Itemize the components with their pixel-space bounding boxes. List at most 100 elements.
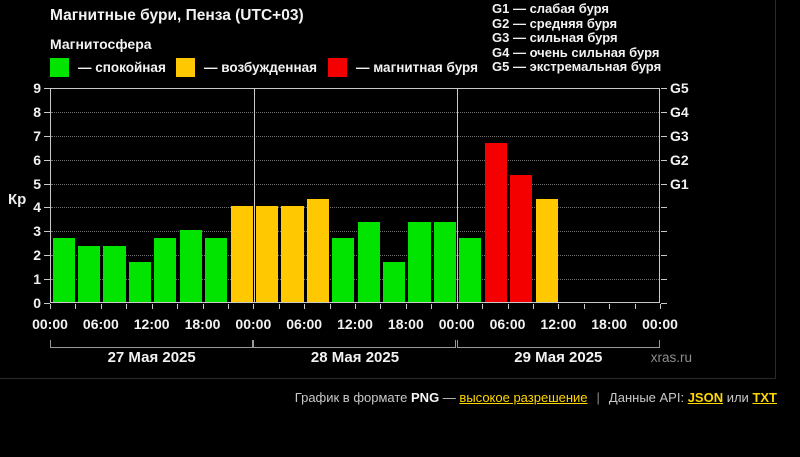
y-axis-tick — [661, 207, 667, 209]
kp-legend-item: — спокойная — [50, 58, 166, 77]
g-scale-legend: G1 — слабая буря G2 — средняя буря G3 — си… — [492, 1, 662, 75]
magnetosphere-subtitle: Магнитосфера — [50, 36, 152, 52]
y-axis-tick — [44, 111, 50, 113]
gridline — [51, 255, 659, 257]
x-axis-tick — [278, 304, 280, 309]
high-res-link[interactable]: высокое разрешение — [459, 390, 587, 405]
kp-bar — [52, 238, 75, 302]
y-axis-tick — [661, 303, 667, 304]
day-separator — [253, 89, 255, 302]
g-axis-label: G3 — [670, 127, 689, 144]
footer-format-label: PNG — [411, 390, 440, 405]
x-axis-tick-label: 18:00 — [184, 316, 221, 332]
date-label: 28 Мая 2025 — [310, 349, 400, 366]
x-axis-tick — [304, 304, 306, 309]
txt-api-link[interactable]: TXT — [752, 390, 777, 405]
y-axis-tick-label: 7 — [33, 127, 41, 144]
y-axis-tick — [44, 231, 50, 233]
g-scale-item: G2 — средняя буря — [492, 15, 618, 31]
kp-bar — [154, 238, 177, 302]
gridline — [51, 207, 659, 209]
y-axis-tick — [661, 255, 667, 257]
x-axis-tick — [532, 304, 534, 309]
x-axis-tick — [456, 304, 458, 309]
json-api-link[interactable]: JSON — [688, 390, 723, 405]
y-axis-tick-label: 2 — [33, 247, 41, 264]
kp-bar — [255, 206, 279, 302]
kp-bar — [103, 246, 126, 302]
legend-label: — магнитная буря — [356, 60, 478, 75]
legend-label: — возбужденная — [204, 60, 317, 75]
y-axis-tick-label: 8 — [33, 103, 41, 120]
y-axis-tick-label: 1 — [33, 271, 41, 288]
x-axis-tick-label: 18:00 — [387, 316, 424, 332]
kp-bar — [205, 238, 228, 302]
x-axis-tick — [50, 304, 51, 309]
gridline — [51, 111, 659, 113]
kp-bar — [128, 262, 152, 302]
x-axis-tick-label: 12:00 — [133, 316, 170, 332]
x-axis-tick — [329, 304, 331, 309]
y-axis-tick — [44, 135, 50, 137]
g-axis-label: G1 — [670, 175, 689, 192]
x-axis-tick — [380, 304, 382, 309]
kp-bar — [433, 222, 457, 302]
page-title: Магнитные бури, Пенза (UTC+03) — [50, 7, 304, 24]
y-axis-tick — [661, 135, 667, 137]
y-axis-tick — [44, 255, 50, 257]
x-axis-tick-label: 06:00 — [82, 316, 119, 332]
x-axis-tick — [558, 304, 560, 309]
x-axis-tick — [75, 304, 77, 309]
kp-chart-plot — [50, 88, 660, 303]
kp-bar — [230, 206, 253, 302]
footer: График в формате PNG — высокое разрешени… — [295, 390, 777, 405]
x-axis-tick-label: 00:00 — [642, 316, 678, 332]
kp-bar — [78, 246, 101, 302]
x-axis-tick — [355, 304, 356, 309]
y-axis-tick-label: 9 — [33, 80, 41, 96]
x-axis-tick — [583, 304, 585, 309]
x-axis-tick — [431, 304, 433, 309]
kp-bar — [306, 198, 329, 302]
y-axis-tick — [661, 88, 667, 89]
date-bracket — [50, 347, 253, 348]
date-label: 27 Мая 2025 — [107, 349, 196, 366]
kp-bar — [179, 230, 202, 302]
date-bracket — [253, 347, 456, 348]
y-axis-tick-label: 4 — [33, 199, 41, 216]
x-axis-tick-label: 00:00 — [438, 316, 475, 332]
panel-border-bottom — [0, 378, 776, 379]
y-axis-tick-label: 0 — [33, 295, 41, 311]
y-axis-tick — [661, 231, 667, 233]
x-axis-tick-label: 18:00 — [591, 316, 628, 332]
gridline — [51, 159, 659, 161]
x-axis-tick — [126, 304, 128, 309]
gridline — [51, 231, 659, 233]
x-axis-tick-label: 06:00 — [489, 316, 526, 332]
kp-bar — [459, 238, 482, 302]
y-axis-tick-label: 5 — [33, 175, 41, 192]
y-axis-tick — [44, 207, 50, 209]
x-axis-tick — [202, 304, 204, 309]
kp-bar — [510, 174, 533, 302]
x-axis-tick — [253, 304, 255, 309]
x-axis-tick — [609, 304, 611, 309]
day-separator — [457, 89, 459, 302]
g-scale-item: G5 — экстремальная буря — [492, 59, 662, 75]
g-scale-item: G3 — сильная буря — [492, 30, 618, 46]
x-axis-tick — [507, 304, 509, 309]
y-axis-tick-label: 6 — [33, 151, 41, 168]
footer-separator: | — [596, 390, 600, 405]
g-scale-item: G4 — очень сильная буря — [492, 44, 660, 60]
x-axis-tick-label: 00:00 — [32, 316, 68, 332]
x-axis-tick — [177, 304, 179, 309]
kp-bar — [332, 238, 355, 302]
y-axis-tick — [661, 183, 667, 185]
g-axis-label: G2 — [670, 151, 689, 168]
kp-bar — [383, 262, 406, 302]
y-axis-tick — [44, 159, 50, 161]
kp-legend-item: — возбужденная — [176, 58, 317, 77]
date-bracket — [456, 347, 659, 348]
x-axis-tick — [405, 304, 407, 309]
legend-swatch-active — [176, 58, 195, 77]
